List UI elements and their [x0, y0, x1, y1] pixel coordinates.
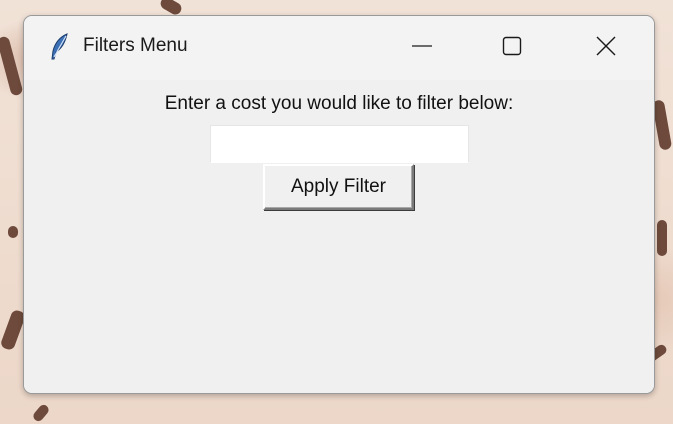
wallpaper-stroke — [8, 226, 18, 238]
filter-prompt-label: Enter a cost you would like to filter be… — [164, 93, 514, 114]
filters-menu-window: Filters Menu Enter a cost you would like… — [23, 15, 655, 394]
wallpaper-stroke — [657, 220, 667, 256]
maximize-button[interactable] — [468, 16, 556, 76]
apply-filter-button[interactable]: Apply Filter — [263, 164, 414, 210]
wallpaper-stroke — [31, 402, 51, 424]
feather-icon — [50, 33, 70, 61]
title-bar[interactable]: Filters Menu — [24, 16, 654, 80]
close-button[interactable] — [562, 16, 650, 76]
minimize-icon — [411, 35, 433, 57]
cost-input[interactable] — [210, 125, 469, 163]
minimize-button[interactable] — [378, 16, 466, 76]
wallpaper-stroke — [0, 35, 24, 97]
window-title: Filters Menu — [83, 35, 188, 56]
close-icon — [595, 35, 617, 57]
filter-form: Enter a cost you would like to filter be… — [24, 80, 654, 393]
maximize-icon — [501, 35, 523, 57]
